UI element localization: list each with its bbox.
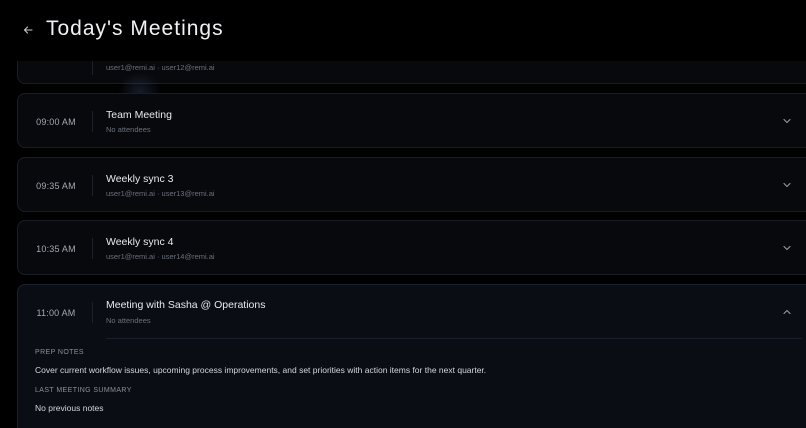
card-divider <box>92 111 93 132</box>
meeting-title: Meeting with Sasha @ Operations <box>106 299 266 311</box>
chevron-down-icon[interactable] <box>782 116 792 126</box>
meeting-list[interactable]: user1@remi.ai · user12@remi.ai 09:00 AM … <box>0 0 806 428</box>
chevron-down-icon[interactable] <box>782 180 792 190</box>
page-title: Today's Meetings <box>46 17 224 40</box>
meeting-attendees: user1@remi.ai · user12@remi.ai <box>106 63 215 72</box>
page-header: Today's Meetings <box>0 0 806 61</box>
meeting-attendees: user1@remi.ai · user13@remi.ai <box>106 189 215 198</box>
meeting-title: Team Meeting <box>106 109 172 121</box>
last-summary-text: No previous notes <box>35 403 104 413</box>
meeting-title: Weekly sync 4 <box>106 236 174 248</box>
prep-notes-text: Cover current workflow issues, upcoming … <box>35 365 487 375</box>
meeting-title: Weekly sync 3 <box>106 173 174 185</box>
meeting-card[interactable]: 09:00 AM Team Meeting No attendees <box>17 93 806 148</box>
chevron-down-icon[interactable] <box>782 243 792 253</box>
meeting-card[interactable]: 09:35 AM Weekly sync 3 user1@remi.ai · u… <box>17 157 806 212</box>
meeting-card-expanded[interactable]: 11:00 AM Meeting with Sasha @ Operations… <box>17 284 806 428</box>
meeting-card[interactable]: 10:35 AM Weekly sync 4 user1@remi.ai · u… <box>17 220 806 275</box>
meeting-time: 10:35 AM <box>36 244 76 254</box>
card-divider <box>92 238 93 259</box>
meeting-attendees: No attendees <box>106 125 151 134</box>
meeting-time: 11:00 AM <box>36 308 76 318</box>
last-summary-label: LAST MEETING SUMMARY <box>35 387 132 394</box>
chevron-up-icon[interactable] <box>782 307 792 317</box>
card-divider <box>92 302 93 323</box>
details-divider <box>106 338 802 339</box>
meeting-attendees: No attendees <box>106 316 151 325</box>
prep-notes-label: PREP NOTES <box>35 349 84 356</box>
arrow-left-icon[interactable] <box>18 20 38 40</box>
meeting-time: 09:00 AM <box>36 117 76 127</box>
meetings-screen: user1@remi.ai · user12@remi.ai 09:00 AM … <box>0 0 806 428</box>
meeting-attendees: user1@remi.ai · user14@remi.ai <box>106 252 215 261</box>
meeting-time: 09:35 AM <box>36 181 76 191</box>
card-divider <box>92 175 93 196</box>
